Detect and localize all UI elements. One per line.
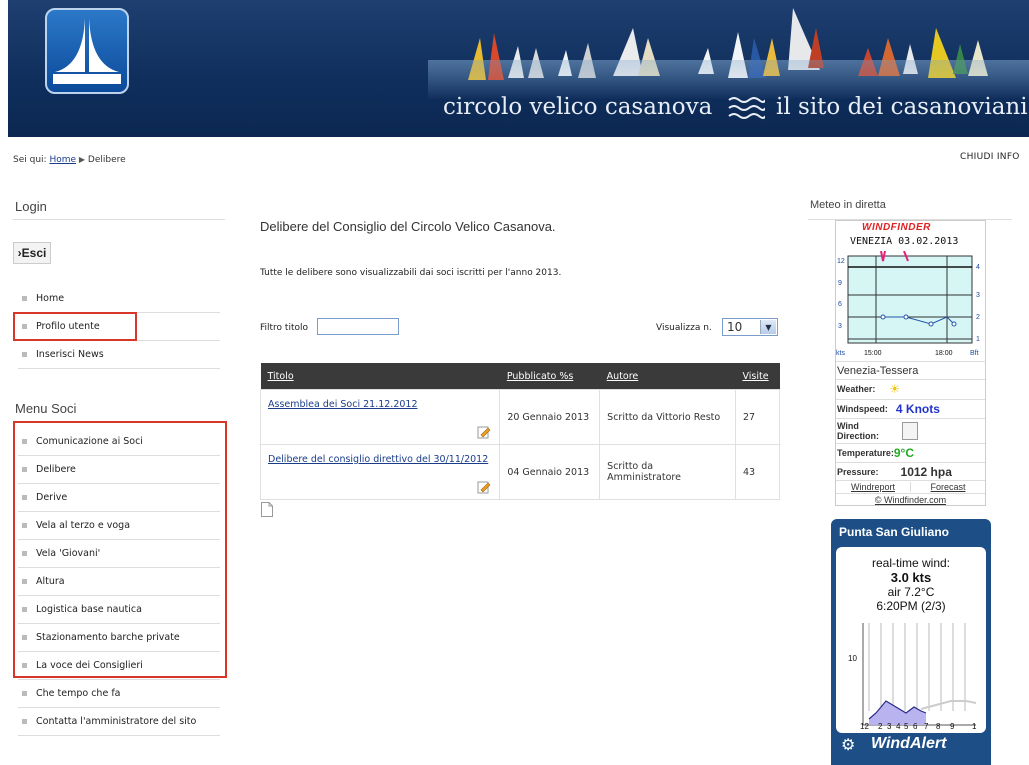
x-tick: 12 [860,722,869,731]
x-tick: 2 [878,722,883,731]
x-tick: 7 [924,722,929,731]
windreport-link[interactable]: Windreport [836,482,911,492]
menu-item-inserisci-news[interactable]: Inserisci News [18,341,220,369]
filter-title-input[interactable] [317,318,399,335]
windfinder-chart-title: VENEZIA 03.02.2013 [850,236,959,247]
windalert-air: air 7.2°C [887,585,935,599]
site-title: circolo velico casanova [443,94,713,120]
menu-item-contatta[interactable]: Contatta l'amministratore del sito [18,708,220,736]
forecast-link[interactable]: Forecast [911,482,985,492]
row-date: 04 Gennaio 2013 [499,444,601,500]
wf-pressure-label: Pressure: [837,466,879,477]
menu-item-che-tempo[interactable]: Che tempo che fa [18,680,220,708]
breadcrumb-prefix: Sei qui: [13,155,47,165]
col-autore[interactable]: Autore [599,363,736,390]
y-right-tick: 4 [976,264,980,271]
club-logo[interactable] [45,8,129,94]
edit-icon[interactable] [477,480,491,494]
document-icon[interactable] [261,502,273,517]
y-left-tick: 3 [838,323,842,330]
wf-temperature-label: Temperature: [837,448,894,458]
table-header-row: Titolo Pubblicato %s Autore Visite [260,363,780,390]
x-tick: 8 [936,722,941,731]
x-tick: 4 [896,722,901,731]
close-info-button[interactable]: CHIUDI INFO [960,152,1020,162]
x-tick: 5 [904,722,909,731]
windalert-speed: 3.0 kts [890,570,932,585]
y-left-tick: 6 [838,301,842,308]
breadcrumb-home-link[interactable]: Home [49,155,76,165]
table-row: Delibere del consiglio direttivo del 30/… [259,444,781,500]
view-count-value: 10 [727,320,743,334]
sun-icon: ☀ [889,382,901,396]
row-author: Scritto da Amministratore [599,444,736,500]
windfinder-widget: WINDFINDER VENEZIA 03.02.2013 12 9 6 3 4… [835,220,986,506]
row-date: 20 Gennaio 2013 [499,389,601,445]
delibere-table: Titolo Pubblicato %s Autore Visite Assem… [259,363,781,500]
row-visits: 43 [734,444,781,500]
menu-item-home[interactable]: Home [18,285,220,313]
y-left-tick: 12 [837,258,845,265]
filter-label: Filtro titolo [260,323,308,333]
gear-icon[interactable]: ⚙ [841,735,855,755]
row-author: Scritto da Vittorio Resto [599,389,736,445]
wf-pressure-value: 1012 hpa [900,464,952,479]
x-tick: 3 [887,722,892,731]
view-count-label: Visualizza n. [656,323,712,333]
y-right-tick: 1 [976,336,980,343]
wf-windspeed-value: 4 Knots [895,402,940,416]
wind-direction-icon [902,422,918,440]
page-title: Delibere del Consiglio del Circolo Velic… [260,219,556,234]
intro-text: Tutte le delibere sono visualizzabili da… [260,268,562,278]
y-right-tick: 2 [976,314,980,321]
table-row: Assemblea dei Soci 21.12.2012 20 Gennaio… [259,389,781,445]
windfinder-chart[interactable]: 12 9 6 3 4 3 2 1 kts 15:00 18:00 Bft [836,251,987,359]
x-tick: kts [836,350,845,357]
x-tick: 1 [972,722,977,731]
col-pubblicato[interactable]: Pubblicato %s [499,363,600,390]
edit-icon[interactable] [477,425,491,439]
windfinder-credit-link[interactable]: © Windfinder.com [875,495,946,505]
row-title-link[interactable]: Delibere del consiglio direttivo del 30/… [268,454,488,465]
wf-station: Venezia-Tessera [836,361,986,379]
site-subtitle: il sito dei casanoviani [776,94,1028,120]
meteo-title: Meteo in diretta [810,199,886,211]
col-visite[interactable]: Visite [735,363,780,390]
breadcrumb: Sei qui: Home ▶ Delibere [13,155,126,165]
x-tick: 18:00 [935,350,953,357]
windalert-station: Punta San Giuliano [839,525,950,539]
y-right-tick: 3 [976,292,980,299]
x-tick: Bft [970,350,979,357]
menu-soci-title: Menu Soci [15,401,77,416]
x-tick: 9 [950,722,955,731]
windalert-chart[interactable]: 10 12 2 3 4 5 6 7 8 9 1 [836,621,986,731]
col-titolo[interactable]: Titolo [260,363,500,390]
highlight-box-menu-soci [13,421,227,678]
logout-button[interactable]: ›Esci [13,242,51,264]
waves-icon [728,97,765,119]
windalert-logo[interactable]: WindAlert [871,735,946,753]
y-left-tick: 9 [838,280,842,287]
windfinder-logo: WINDFINDER [862,222,931,233]
y-tick: 10 [848,654,857,663]
wf-temperature-value: 9°C [893,446,914,460]
wf-windspeed-label: Windspeed: [837,404,888,414]
breadcrumb-arrow-icon: ▶ [78,155,86,164]
row-visits: 27 [734,389,781,445]
windalert-realtime-label: real-time wind: [871,556,951,570]
chevron-down-icon[interactable]: ▼ [760,320,776,334]
windalert-time: 6:20PM (2/3) [876,599,946,613]
login-title: Login [15,199,47,214]
wf-weather-label: Weather: [837,384,876,394]
breadcrumb-current: Delibere [87,155,126,165]
x-tick: 6 [913,722,918,731]
wf-direction-label: Wind Direction: [837,421,880,441]
x-tick: 15:00 [864,350,882,357]
windalert-widget: Punta San Giuliano real-time wind: 3.0 k… [831,519,991,765]
view-count-select[interactable]: 10 ▼ [722,318,778,336]
row-title-link[interactable]: Assemblea dei Soci 21.12.2012 [268,399,418,410]
highlight-box-profilo [13,312,137,341]
